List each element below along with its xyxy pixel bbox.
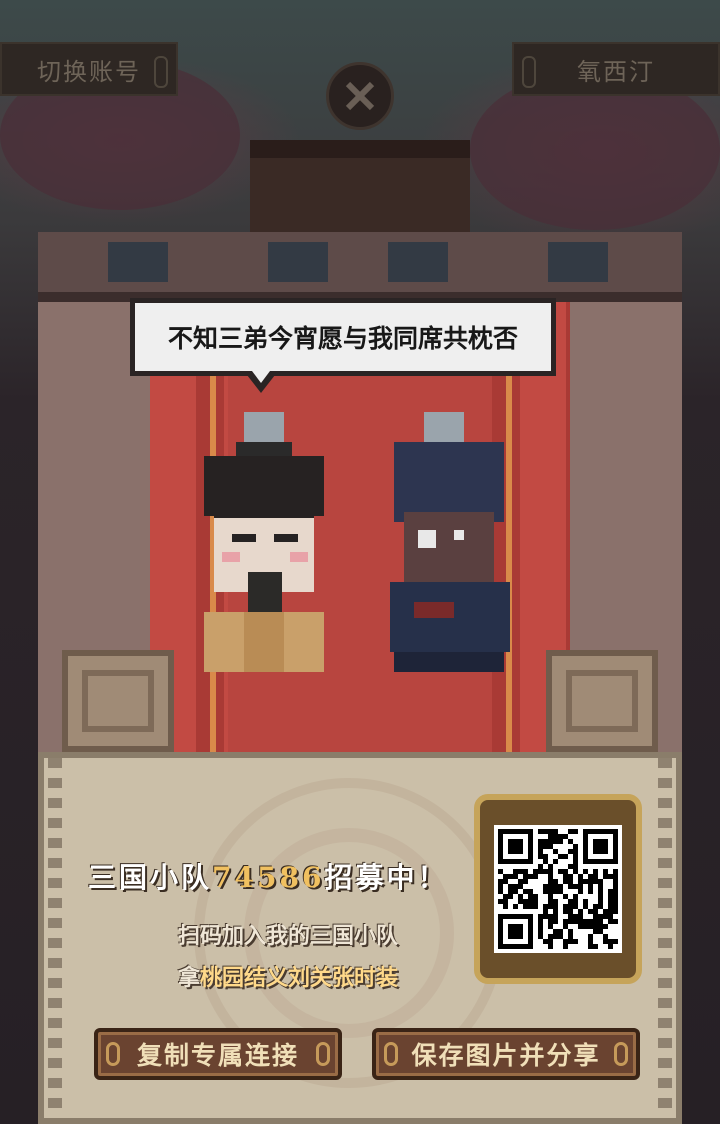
- speech-tail: [247, 371, 275, 393]
- knot-ornament-icon: [384, 1042, 398, 1066]
- team-id: 74586: [212, 861, 325, 894]
- knot-ornament-icon: [614, 1042, 628, 1066]
- reward-prefix: 拿: [178, 966, 201, 991]
- save-share-label: 保存图片并分享: [411, 1041, 601, 1070]
- save-image-share-button[interactable]: 保存图片并分享: [372, 1028, 640, 1080]
- switch-account-label: 切换账号: [37, 57, 141, 86]
- reward-costume: 桃园结义刘关张时装: [200, 966, 399, 991]
- qr-code-frame: [474, 794, 642, 984]
- close-button[interactable]: [326, 62, 394, 130]
- share-card: 不知三弟今宵愿与我同席共枕否 三国小队74586招募中！ 扫码加入我的三国小队 …: [38, 232, 682, 1124]
- fret-border-right: [658, 758, 672, 1118]
- qr-code-icon: [494, 825, 622, 953]
- reward-line: 拿桃园结义刘关张时装: [178, 960, 398, 992]
- scan-instruction: 扫码加入我的三国小队: [178, 924, 399, 949]
- fret-border-left: [48, 758, 62, 1118]
- roof-beam: [38, 232, 682, 302]
- recruit-suffix: 招募中！: [324, 861, 449, 894]
- copy-link-label: 复制专属连接: [136, 1041, 299, 1070]
- ornament-icon: [522, 56, 536, 88]
- server-name-label: 氧西汀: [577, 57, 655, 86]
- recruit-headline: 三国小队74586招募中！: [88, 856, 448, 896]
- knot-ornament-icon: [106, 1042, 120, 1066]
- recruit-prefix: 三国小队: [88, 861, 213, 894]
- copy-link-button[interactable]: 复制专属连接: [94, 1028, 342, 1080]
- zhang-fei-character: [390, 412, 510, 672]
- liu-bei-character: [204, 412, 324, 672]
- recruit-panel: 三国小队74586招募中！ 扫码加入我的三国小队 拿桃园结义刘关张时装 复制专属…: [38, 752, 682, 1124]
- pillar-left: [62, 650, 174, 752]
- speech-bubble: 不知三弟今宵愿与我同席共枕否: [130, 298, 556, 393]
- server-name-tab[interactable]: 氧西汀: [512, 42, 720, 96]
- switch-account-button[interactable]: 切换账号: [0, 42, 178, 96]
- pillar-right: [546, 650, 658, 752]
- ornament-icon: [154, 56, 168, 88]
- speech-text: 不知三弟今宵愿与我同席共枕否: [167, 324, 518, 353]
- close-x-icon: [345, 81, 375, 111]
- knot-ornament-icon: [316, 1042, 330, 1066]
- pixel-scene: 不知三弟今宵愿与我同席共枕否: [38, 232, 682, 752]
